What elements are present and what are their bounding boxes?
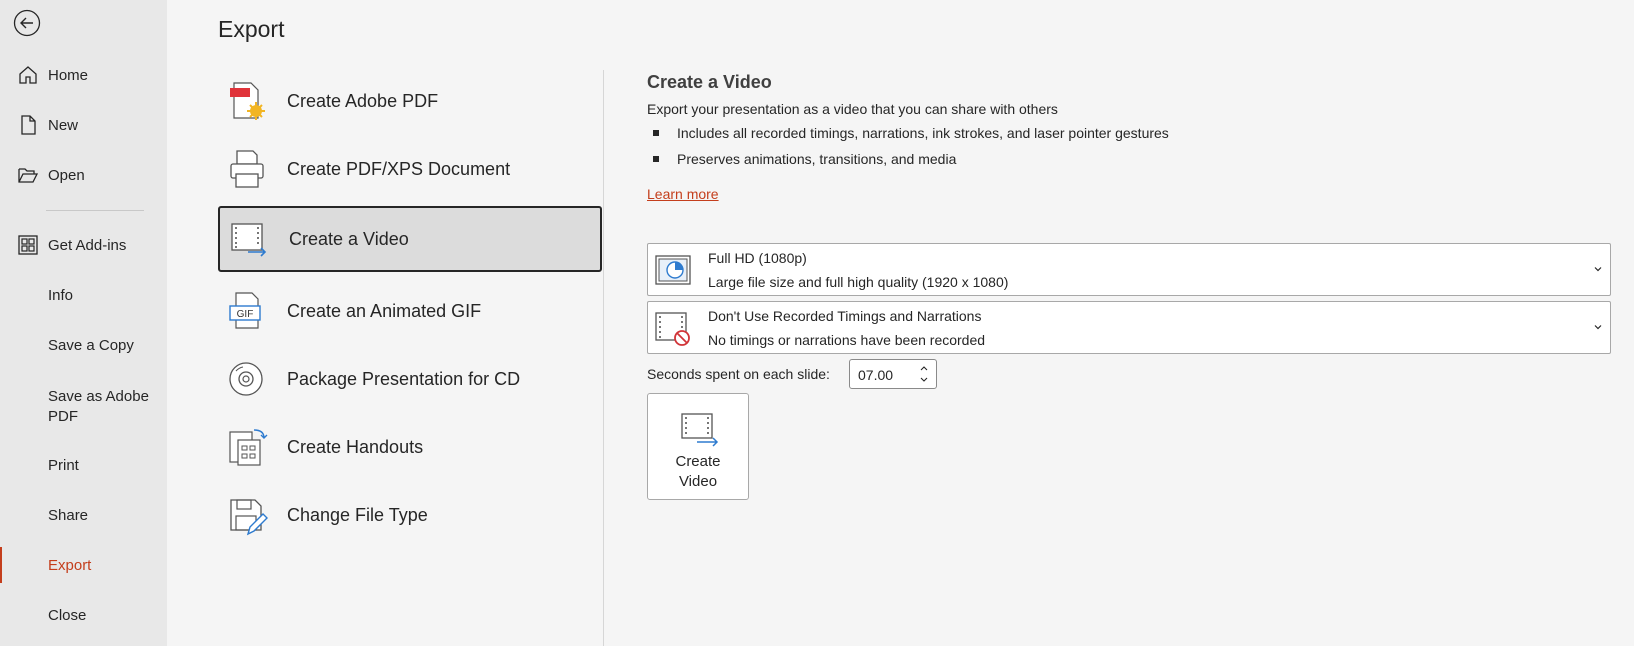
option-create-video-label: Create a Video (289, 228, 409, 249)
create-video-label-line2: Video (678, 473, 718, 490)
back-arrow-icon (13, 9, 41, 37)
change-file-type-icon (230, 499, 268, 536)
back-button[interactable] (12, 8, 42, 38)
nav-info-label: Info (48, 286, 74, 304)
backstage-sidebar: Home New Open Get Add-ins Info Save a Co… (0, 0, 167, 646)
nav-home[interactable]: Home (0, 55, 167, 95)
nav-get-add-ins[interactable]: Get Add-ins (0, 225, 167, 265)
create-video-label-line1: Create (675, 453, 721, 470)
presentation-quality-icon (655, 255, 691, 285)
timings-title: Don't Use Recorded Timings and Narration… (708, 308, 982, 324)
page-title: Export (218, 16, 285, 42)
nav-new[interactable]: New (0, 105, 167, 145)
option-create-handouts[interactable]: Create Handouts (218, 414, 602, 480)
detail-bullet: Preserves animations, transitions, and m… (653, 151, 956, 167)
create-video-button[interactable]: Create Video (647, 393, 749, 500)
handouts-icon (229, 429, 268, 466)
quality-subtitle: Large file size and full high quality (1… (708, 274, 1009, 290)
option-package-for-cd[interactable]: Package Presentation for CD (218, 346, 602, 412)
nav-open-label: Open (48, 166, 85, 184)
nav-get-add-ins-label: Get Add-ins (48, 236, 127, 254)
new-document-icon (21, 115, 36, 135)
adobe-pdf-icon (230, 82, 265, 120)
nav-separator (46, 210, 144, 211)
option-change-file-type[interactable]: Change File Type (218, 482, 602, 548)
bullet-marker (653, 130, 659, 136)
nav-save-a-copy-label: Save a Copy (48, 336, 134, 354)
nav-share[interactable]: Share (0, 495, 167, 535)
nav-close-label: Close (48, 606, 87, 624)
nav-save-as-adobe-pdf[interactable]: Save as Adobe PDF (0, 377, 167, 433)
home-icon (19, 66, 37, 84)
nav-open[interactable]: Open (0, 155, 167, 195)
quality-title: Full HD (1080p) (708, 250, 807, 266)
video-filmstrip-icon (231, 223, 267, 257)
option-create-handouts-label: Create Handouts (287, 436, 424, 457)
seconds-per-slide-input[interactable] (856, 364, 918, 386)
option-create-animated-gif-label: Create an Animated GIF (287, 300, 482, 321)
add-ins-grid-icon (18, 235, 38, 255)
video-quality-dropdown[interactable]: Full HD (1080p) Large file size and full… (647, 243, 1611, 296)
nav-save-a-copy[interactable]: Save a Copy (0, 325, 167, 365)
seconds-per-slide-spinner (849, 359, 937, 389)
nav-export-label: Export (48, 556, 92, 574)
nav-export[interactable]: Export (0, 545, 167, 585)
option-create-pdf-xps[interactable]: Create PDF/XPS Document (218, 136, 602, 202)
nav-new-label: New (48, 116, 79, 134)
option-change-file-type-label: Change File Type (287, 504, 428, 525)
no-timings-icon (655, 312, 690, 346)
option-package-for-cd-label: Package Presentation for CD (287, 368, 521, 389)
video-filmstrip-icon (681, 413, 719, 447)
chevron-up-icon (920, 366, 928, 371)
option-create-adobe-pdf-label: Create Adobe PDF (287, 90, 439, 111)
cd-disc-icon (229, 362, 263, 396)
nav-home-label: Home (48, 66, 89, 84)
chevron-down-icon (1594, 267, 1602, 272)
svg-text:GIF: GIF (237, 309, 254, 320)
option-create-animated-gif[interactable]: GIF Create an Animated GIF (218, 278, 602, 344)
gif-icon: GIF (229, 292, 261, 329)
pane-divider (603, 70, 604, 646)
detail-bullet: Includes all recorded timings, narration… (653, 125, 1169, 141)
option-create-pdf-xps-label: Create PDF/XPS Document (287, 158, 511, 179)
timings-dropdown[interactable]: Don't Use Recorded Timings and Narration… (647, 301, 1611, 354)
learn-more-link[interactable]: Learn more (647, 186, 719, 202)
folder-open-icon (18, 168, 39, 183)
nav-print-label: Print (48, 456, 79, 474)
bullet-text: Preserves animations, transitions, and m… (677, 151, 957, 167)
option-create-video[interactable]: Create a Video (218, 206, 602, 272)
bullet-marker (653, 156, 659, 162)
chevron-down-icon (1594, 325, 1602, 330)
spin-up-button[interactable] (918, 363, 930, 373)
nav-save-as-adobe-pdf-label: Save as Adobe PDF (48, 388, 149, 425)
nav-info[interactable]: Info (0, 275, 167, 315)
chevron-down-icon (920, 377, 928, 382)
pdf-xps-printer-icon (230, 150, 264, 188)
nav-print[interactable]: Print (0, 445, 167, 485)
seconds-per-slide-label: Seconds spent on each slide: (647, 366, 830, 382)
timings-subtitle: No timings or narrations have been recor… (708, 332, 986, 348)
spin-down-button[interactable] (918, 375, 930, 385)
nav-share-label: Share (48, 506, 89, 524)
option-create-adobe-pdf[interactable]: Create Adobe PDF (218, 68, 602, 134)
detail-title: Create a Video (647, 72, 772, 92)
detail-description: Export your presentation as a video that… (647, 101, 1058, 117)
bullet-text: Includes all recorded timings, narration… (677, 125, 1169, 141)
create-video-label: Create Video (648, 452, 748, 492)
nav-close[interactable]: Close (0, 595, 167, 635)
